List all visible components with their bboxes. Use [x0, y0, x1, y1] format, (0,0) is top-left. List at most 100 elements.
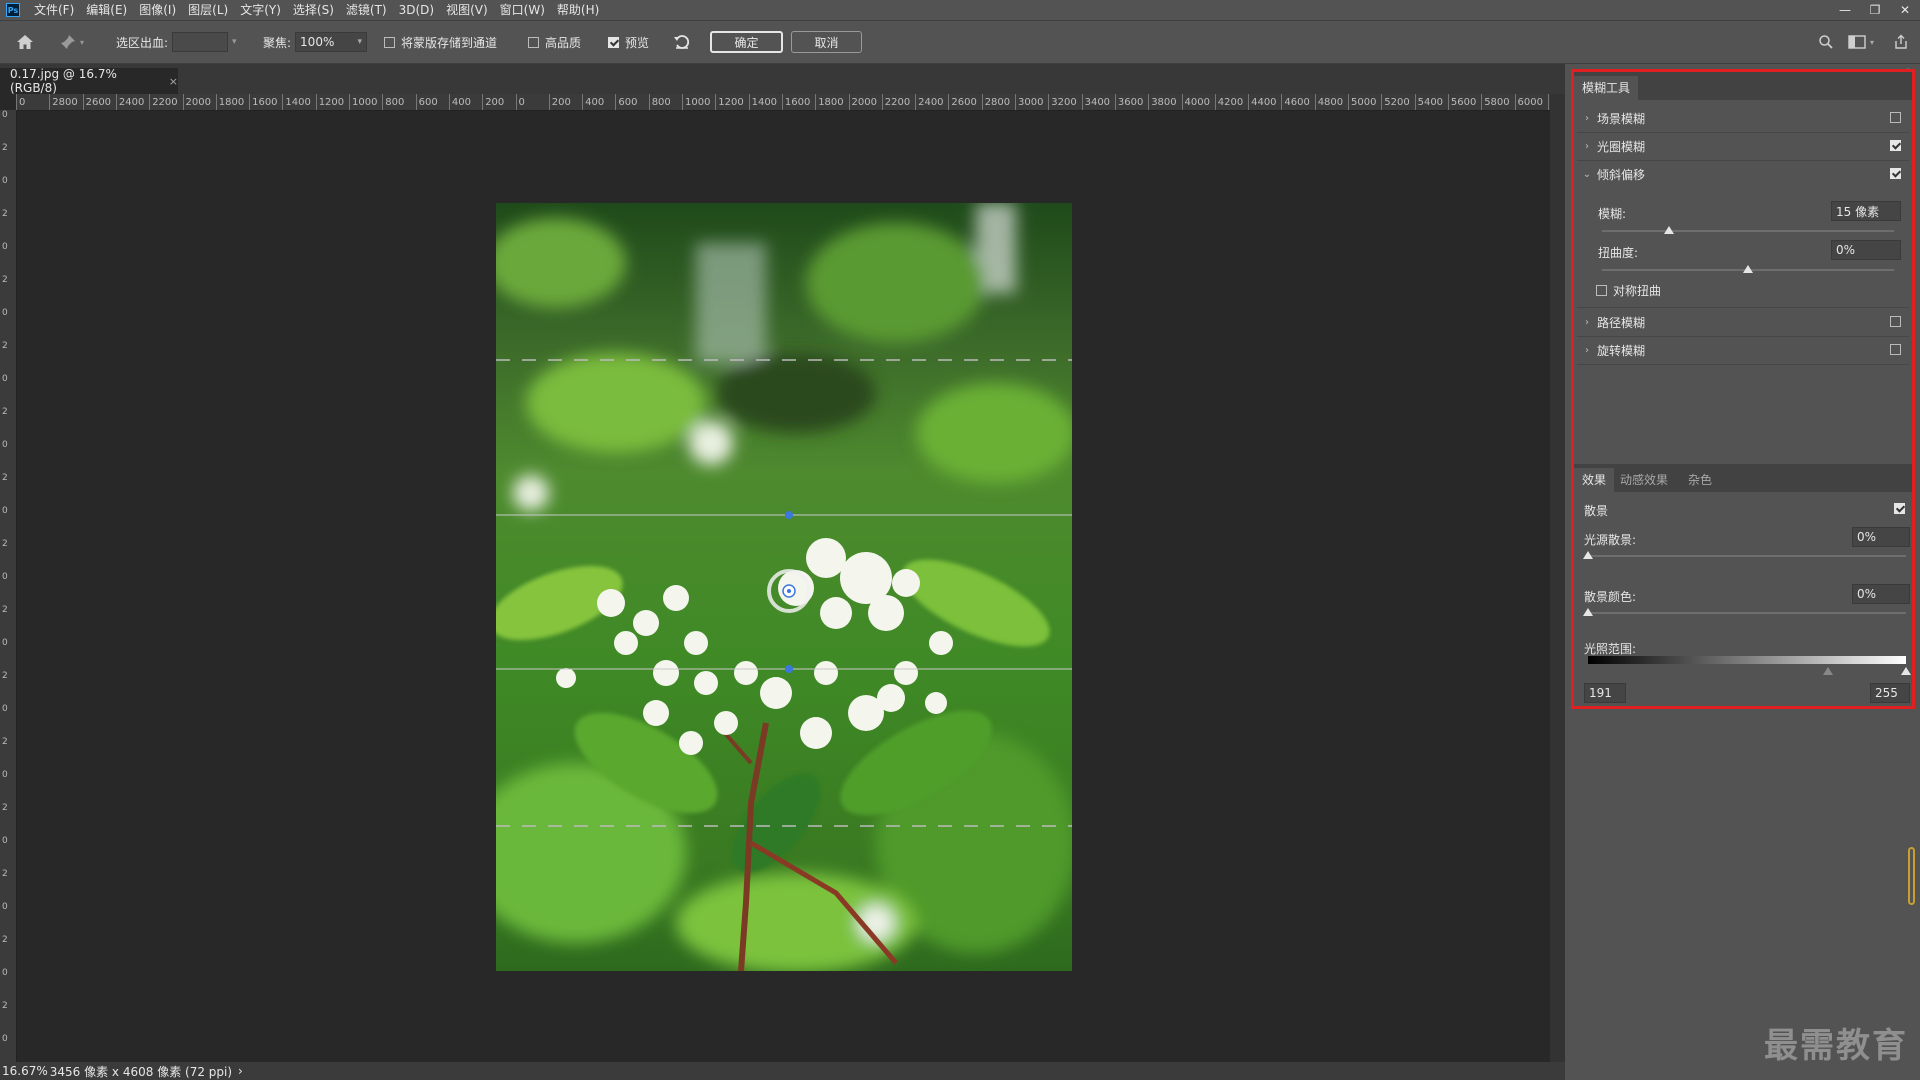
light-range-high-thumb[interactable]: [1901, 667, 1911, 675]
restore-button[interactable]: ❐: [1860, 0, 1890, 20]
blur-row-iris[interactable]: › 光圈模糊: [1577, 132, 1909, 161]
ok-button[interactable]: 确定: [710, 31, 783, 53]
reset-icon[interactable]: [673, 21, 691, 63]
iris-blur-checkbox[interactable]: [1890, 140, 1901, 151]
selection-output-dropdown-icon[interactable]: ▾: [232, 37, 237, 47]
flower-photo: [496, 203, 1072, 971]
cancel-button[interactable]: 取消: [791, 31, 862, 53]
focus-select[interactable]: 100% ▾: [295, 32, 368, 52]
ruler-tick-label: 1400: [748, 94, 777, 110]
menu-filter[interactable]: 滤镜(T): [340, 0, 393, 20]
ruler-tick-label: 2: [2, 1001, 8, 1011]
tilt-shift-checkbox[interactable]: [1890, 168, 1901, 179]
menu-layer[interactable]: 图层(L): [182, 0, 234, 20]
selection-output-input[interactable]: [172, 32, 229, 52]
ruler-tick-label: 0: [2, 770, 8, 780]
close-window-button[interactable]: ✕: [1890, 0, 1920, 20]
blur-row-tiltshift[interactable]: ⌄ 倾斜偏移: [1577, 160, 1909, 188]
distortion-slider-thumb[interactable]: [1743, 265, 1753, 273]
document-image[interactable]: [496, 203, 1072, 971]
distortion-input[interactable]: 0%: [1831, 240, 1901, 260]
bokeh-checkbox[interactable]: [1894, 503, 1905, 514]
menu-window[interactable]: 窗口(W): [494, 0, 551, 20]
blur-tools-tab[interactable]: 模糊工具: [1574, 76, 1639, 100]
light-range-low-thumb[interactable]: [1823, 667, 1833, 675]
high-quality-checkbox[interactable]: 高品质: [528, 21, 581, 63]
tab-motion-effects[interactable]: 动感效果: [1620, 468, 1668, 492]
ruler-tick-label: 2: [2, 737, 8, 747]
high-quality-check[interactable]: [528, 36, 539, 48]
bokeh-color-input[interactable]: 0%: [1852, 584, 1910, 604]
menu-type[interactable]: 文字(Y): [234, 0, 287, 20]
chevron-right-icon[interactable]: ›: [1577, 345, 1597, 356]
menu-view[interactable]: 视图(V): [440, 0, 494, 20]
ruler-tick-label: 5000: [1348, 94, 1376, 110]
chevron-right-icon[interactable]: ›: [1577, 113, 1597, 124]
menu-image[interactable]: 图像(I): [133, 0, 182, 20]
light-range-gradient[interactable]: [1588, 656, 1906, 664]
preview-checkbox[interactable]: 预览: [608, 21, 649, 63]
panel-scroll-indicator[interactable]: [1908, 847, 1915, 905]
blur-row-path[interactable]: › 路径模糊: [1577, 307, 1909, 337]
tab-noise[interactable]: 杂色: [1688, 468, 1712, 492]
path-blur-checkbox[interactable]: [1890, 316, 1901, 327]
symmetric-distortion-check[interactable]: [1596, 285, 1607, 296]
save-mask-check[interactable]: [384, 36, 395, 48]
bokeh-color-slider[interactable]: [1588, 612, 1906, 614]
symmetric-distortion-checkbox[interactable]: 对称扭曲: [1596, 282, 1661, 299]
ruler-tick-label: 4400: [1248, 94, 1277, 110]
ruler-tick-label: 800: [382, 94, 404, 110]
blur-amount-label: 模糊:: [1598, 207, 1627, 221]
save-mask-checkbox[interactable]: 将蒙版存储到通道: [384, 21, 497, 63]
minimize-button[interactable]: —: [1830, 0, 1860, 20]
blur-amount-input[interactable]: 15 像素: [1831, 201, 1901, 221]
light-range-low-input[interactable]: 191: [1584, 683, 1626, 703]
ruler-tick-label: 3800: [1148, 94, 1177, 110]
workspace-icon[interactable]: ▾: [1848, 21, 1874, 63]
light-range-high-input[interactable]: 255: [1870, 683, 1910, 703]
bokeh-color-slider-thumb[interactable]: [1583, 608, 1593, 616]
ruler-tick-label: 2800: [49, 94, 78, 110]
menu-file[interactable]: 文件(F): [28, 0, 80, 20]
ruler-tick-label: 0: [2, 638, 8, 648]
ruler-tick-label: 2600: [82, 94, 111, 110]
ruler-tick-label: 2: [2, 143, 8, 153]
zoom-level[interactable]: 16.67%: [2, 1064, 48, 1078]
preview-check[interactable]: [608, 36, 619, 48]
field-blur-checkbox[interactable]: [1890, 112, 1901, 123]
home-icon[interactable]: [16, 21, 34, 63]
light-bokeh-slider[interactable]: [1588, 555, 1906, 557]
share-icon[interactable]: [1893, 21, 1909, 63]
chevron-right-icon[interactable]: ›: [1577, 141, 1597, 152]
blur-amount-slider-thumb[interactable]: [1664, 226, 1675, 234]
ruler-tick-label: 400: [582, 94, 604, 110]
light-bokeh-input[interactable]: 0%: [1852, 527, 1910, 547]
menu-help[interactable]: 帮助(H): [551, 0, 605, 20]
blur-amount-slider[interactable]: [1602, 230, 1894, 232]
menu-select[interactable]: 选择(S): [287, 0, 340, 20]
search-icon[interactable]: [1818, 21, 1834, 63]
iris-blur-label: 光圈模糊: [1597, 139, 1646, 154]
ruler-tick-label: 1400: [282, 94, 311, 110]
chevron-right-icon[interactable]: ›: [1577, 317, 1597, 328]
tab-effects[interactable]: 效果: [1574, 468, 1615, 492]
blur-row-field[interactable]: › 场景模糊: [1577, 104, 1909, 133]
light-bokeh-label: 光源散景:: [1584, 533, 1637, 547]
ruler-tick-label: 2: [2, 869, 8, 879]
tilt-shift-handle-top: [785, 511, 793, 519]
canvas-scrollbar[interactable]: [1550, 94, 1565, 1062]
pin-tool-icon[interactable]: ▾: [60, 21, 84, 63]
spin-blur-checkbox[interactable]: [1890, 344, 1901, 355]
menu-3d[interactable]: 3D(D): [393, 0, 440, 20]
light-bokeh-slider-thumb[interactable]: [1583, 551, 1593, 559]
ruler-tick-label: 2400: [115, 94, 144, 110]
blur-row-spin[interactable]: › 旋转模糊: [1577, 336, 1909, 365]
ruler-tick-label: 3000: [1015, 94, 1043, 110]
chevron-down-icon[interactable]: ⌄: [1577, 169, 1597, 180]
close-icon[interactable]: ×: [169, 75, 178, 88]
window-controls: — ❐ ✕: [1830, 0, 1920, 20]
light-range-label: 光照范围:: [1584, 642, 1637, 656]
status-menu-arrow[interactable]: ›: [238, 1064, 243, 1078]
menu-edit[interactable]: 编辑(E): [80, 0, 133, 20]
document-tab[interactable]: 0.17.jpg @ 16.7%(RGB/8) ×: [0, 67, 178, 95]
